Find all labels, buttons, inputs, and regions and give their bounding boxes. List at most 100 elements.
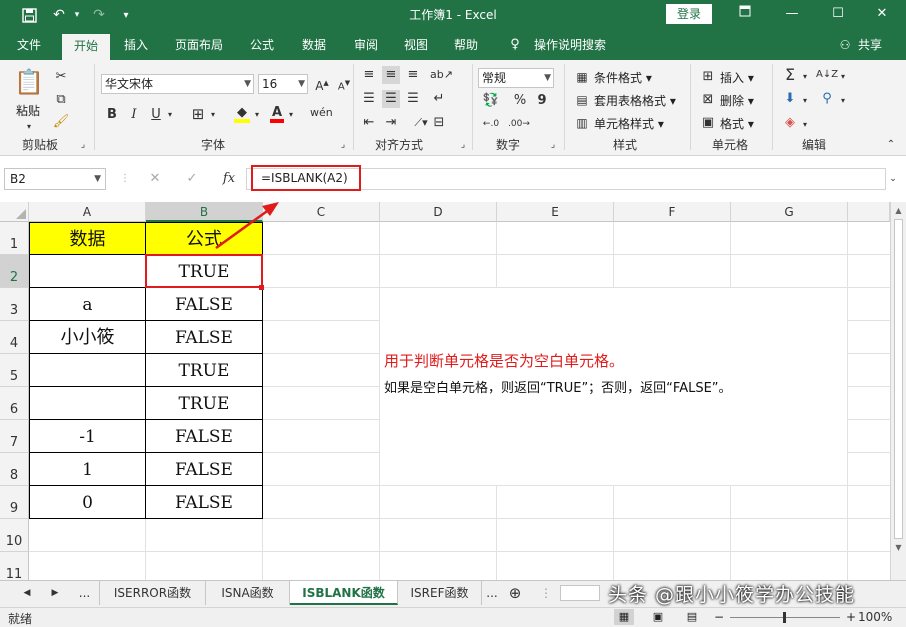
cell-b4[interactable]: FALSE xyxy=(145,320,263,354)
page-break-view-icon[interactable]: ▤ xyxy=(682,609,702,625)
clear-dropdown-icon[interactable]: ▾ xyxy=(800,116,810,134)
horizontal-scrollbar[interactable] xyxy=(560,585,600,601)
copy-icon[interactable]: ⧉ xyxy=(52,91,70,109)
percent-icon[interactable]: % xyxy=(512,92,528,110)
zoom-out-icon[interactable]: − xyxy=(712,609,726,625)
number-launcher-icon[interactable]: ⌟ xyxy=(548,136,558,154)
font-color-dropdown-icon[interactable]: ▾ xyxy=(286,106,296,124)
decrease-decimal-icon[interactable]: .00→ xyxy=(508,115,530,133)
normal-view-icon[interactable]: ▦ xyxy=(614,609,634,625)
sheet-tab-isna[interactable]: ISNA函数 xyxy=(206,581,290,605)
formula-text-highlight[interactable]: =ISBLANK(A2) xyxy=(251,165,361,191)
tab-split-grip-icon[interactable]: ⋮ xyxy=(540,581,552,605)
tab-view[interactable]: 视图 xyxy=(394,30,438,60)
delete-cells-button[interactable]: 删除 ▾ xyxy=(720,92,754,109)
row-header-6[interactable]: 6 xyxy=(0,387,29,420)
cell-a4[interactable]: 小小筱 xyxy=(29,320,146,354)
decrease-font-icon[interactable]: A▼ xyxy=(336,74,352,96)
cell-a9[interactable]: 0 xyxy=(29,485,146,519)
fill-dropdown-icon[interactable]: ▾ xyxy=(800,92,810,110)
find-icon[interactable]: ⚲ xyxy=(818,90,836,108)
row-header-4[interactable]: 4 xyxy=(0,321,29,354)
cell-b5[interactable]: TRUE xyxy=(145,353,263,387)
cut-icon[interactable]: ✂ xyxy=(52,68,70,86)
row-header-3[interactable]: 3 xyxy=(0,288,29,321)
expand-formula-icon[interactable]: ⌄ xyxy=(886,170,900,188)
cell-b9[interactable]: FALSE xyxy=(145,485,263,519)
paste-icon[interactable]: 📋 xyxy=(14,68,44,96)
alignment-launcher-icon[interactable]: ⌟ xyxy=(458,136,468,154)
cell-b6[interactable]: TRUE xyxy=(145,386,263,420)
share-button[interactable]: 共享 xyxy=(854,30,886,60)
increase-font-icon[interactable]: A▲ xyxy=(314,74,330,95)
zoom-slider-thumb[interactable] xyxy=(783,612,786,623)
tab-file[interactable]: 文件 xyxy=(6,30,52,60)
align-middle-icon[interactable]: ≡ xyxy=(382,66,400,84)
login-button[interactable]: 登录 xyxy=(666,4,712,24)
row-header-11[interactable]: 11 xyxy=(0,552,29,580)
conditional-format-icon[interactable]: ▦ xyxy=(574,68,590,86)
column-header-g[interactable]: G xyxy=(731,202,848,222)
format-cells-icon[interactable]: ▣ xyxy=(700,114,716,132)
paste-dropdown-icon[interactable]: ▾ xyxy=(24,118,34,136)
cell-b8[interactable]: FALSE xyxy=(145,452,263,486)
clipboard-launcher-icon[interactable]: ⌟ xyxy=(78,136,88,154)
cell-a3[interactable]: a xyxy=(29,287,146,321)
format-cells-button[interactable]: 格式 ▾ xyxy=(720,115,754,132)
autosum-icon[interactable]: Σ xyxy=(780,66,800,84)
row-header-10[interactable]: 10 xyxy=(0,519,29,552)
increase-indent-icon[interactable]: ⇥ xyxy=(382,114,400,132)
comma-icon[interactable]: 9 xyxy=(534,92,550,110)
font-name-select[interactable]: 华文宋体 ▼ xyxy=(101,74,254,94)
tab-page-layout[interactable]: 页面布局 xyxy=(166,30,232,60)
sheet-tab-isblank[interactable]: ISBLANK函数 xyxy=(290,581,398,605)
add-sheet-icon[interactable]: ⊕ xyxy=(504,581,526,605)
cell-b7[interactable]: FALSE xyxy=(145,419,263,453)
wrap-text-icon[interactable]: ↵ xyxy=(430,90,448,108)
insert-cells-button[interactable]: 插入 ▾ xyxy=(720,69,754,86)
sheet-tab-iserror[interactable]: ISERROR函数 xyxy=(100,581,206,605)
scroll-thumb[interactable] xyxy=(894,219,903,539)
tab-help[interactable]: 帮助 xyxy=(444,30,488,60)
find-dropdown-icon[interactable]: ▾ xyxy=(838,92,848,110)
border-icon[interactable]: ⊞ xyxy=(188,105,208,123)
enter-icon[interactable]: ✓ xyxy=(183,170,201,188)
sheet-tab-more-right[interactable]: ... xyxy=(482,581,502,605)
prev-sheet-icon[interactable]: ◀ xyxy=(16,581,38,605)
cell-style-icon[interactable]: ▥ xyxy=(574,114,590,132)
paste-label[interactable]: 粘贴 xyxy=(16,102,40,119)
underline-button[interactable]: U xyxy=(148,106,164,124)
bold-button[interactable]: B xyxy=(104,106,120,124)
collapse-ribbon-icon[interactable]: ⌃ xyxy=(884,136,898,154)
clear-icon[interactable]: ◈ xyxy=(780,114,800,132)
name-box[interactable]: B2 ▼ xyxy=(4,168,106,190)
next-sheet-icon[interactable]: ▶ xyxy=(44,581,66,605)
cell-a8[interactable]: 1 xyxy=(29,452,146,486)
minimize-icon[interactable]: — xyxy=(777,3,807,25)
tell-me-search[interactable]: 操作说明搜索 xyxy=(530,30,610,60)
table-format-icon[interactable]: ▤ xyxy=(574,91,590,109)
vertical-scrollbar[interactable]: ▲ ▼ xyxy=(890,202,906,580)
currency-icon[interactable]: 💱 xyxy=(480,92,502,110)
close-icon[interactable]: ✕ xyxy=(867,3,897,25)
tab-data[interactable]: 数据 xyxy=(292,30,336,60)
orientation-icon[interactable]: ab↗ xyxy=(430,66,453,84)
cell-b3[interactable]: FALSE xyxy=(145,287,263,321)
cancel-icon[interactable]: ✕ xyxy=(146,170,164,188)
insert-cells-icon[interactable]: ⊞ xyxy=(700,68,716,86)
font-color-icon[interactable]: A xyxy=(268,104,286,123)
cell-a5[interactable] xyxy=(29,353,146,387)
insert-function-icon[interactable]: fx xyxy=(219,170,239,188)
row-header-5[interactable]: 5 xyxy=(0,354,29,387)
scroll-up-icon[interactable]: ▲ xyxy=(891,206,906,215)
font-size-select[interactable]: 16 ▼ xyxy=(258,74,308,94)
page-layout-view-icon[interactable]: ▣ xyxy=(648,609,668,625)
cell-a7[interactable]: -1 xyxy=(29,419,146,453)
conditional-format-button[interactable]: 条件格式 ▾ xyxy=(594,69,652,86)
border-dropdown-icon[interactable]: ▾ xyxy=(208,106,218,124)
sheet-tab-isref[interactable]: ISREF函数 xyxy=(398,581,482,605)
sheet-tab-more-left[interactable]: ... xyxy=(70,581,100,605)
row-header-7[interactable]: 7 xyxy=(0,420,29,453)
zoom-in-icon[interactable]: + xyxy=(844,609,858,625)
align-top-icon[interactable]: ≡ xyxy=(360,66,378,84)
